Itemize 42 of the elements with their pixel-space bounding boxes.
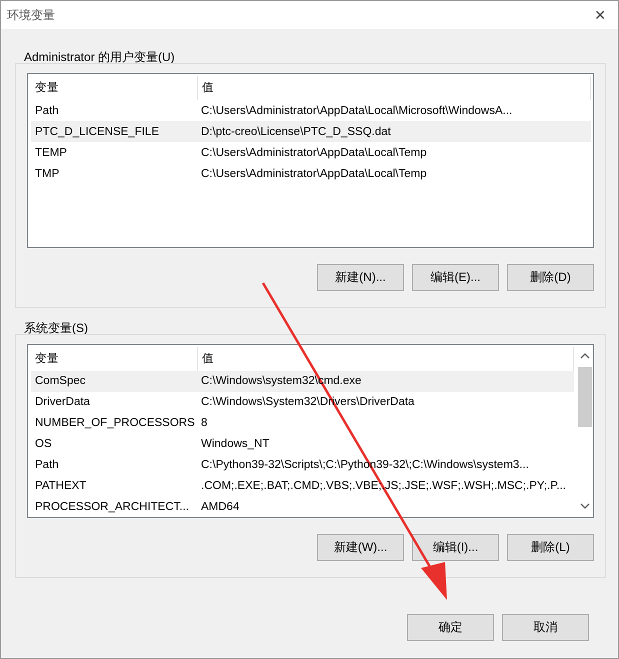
list-row[interactable]: PTC_D_LICENSE_FILE D:\ptc-creo\License\PTC_D_SSQ.dat xyxy=(31,121,591,142)
column-header: 值 xyxy=(198,76,591,100)
cancel-button[interactable]: 取消 xyxy=(502,614,589,641)
table-cell-text: DriverData xyxy=(34,396,91,408)
table-cell-text: PTC_D_LICENSE_FILE xyxy=(34,126,160,138)
action-button[interactable]: 新建(N)... xyxy=(317,264,404,291)
table-cell-text: PROCESSOR_ARCHITECT... xyxy=(34,500,190,513)
table-cell-text: ComSpec xyxy=(34,375,86,388)
list-row[interactable]: NUMBER_OF_PROCESSORS 8 xyxy=(31,412,574,434)
table-cell-text: OS xyxy=(34,438,53,450)
list-row[interactable]: PROCESSOR_ARCHITECT... AMD64 xyxy=(31,496,574,518)
group-label: 系统变量(S) xyxy=(23,320,89,336)
list-row[interactable]: Path C:\Users\Administrator\AppData\Local\Microsoft\WindowsA... xyxy=(31,100,591,121)
action-button[interactable]: 删除(D) xyxy=(507,264,594,291)
action-button[interactable]: 删除(L) xyxy=(507,534,594,561)
table-cell-text: C:\Users\Administrator\AppData\Local\Temp xyxy=(200,168,427,180)
scroll-down-icon[interactable] xyxy=(580,503,590,509)
scroll-up-icon[interactable] xyxy=(580,353,590,359)
table-cell-text: Windows_NT xyxy=(200,438,270,450)
table-cell-text: TMP xyxy=(34,168,60,180)
scroll-thumb[interactable] xyxy=(578,367,592,427)
group-label: Administrator 的用户变量(U) xyxy=(23,49,176,65)
table-cell-text: Path xyxy=(34,458,60,471)
table-cell-text: Path xyxy=(34,104,60,116)
list-row[interactable]: TEMP C:\Users\Administrator\AppData\Local\Temp xyxy=(31,142,591,163)
action-button[interactable]: 新建(W)... xyxy=(317,534,404,561)
table-cell-text: D:\ptc-creo\License\PTC_D_SSQ.dat xyxy=(200,126,391,138)
action-button[interactable]: 编辑(E)... xyxy=(412,264,499,291)
table-cell-text: 8 xyxy=(200,417,208,430)
list-row[interactable]: OS Windows_NT xyxy=(31,434,574,454)
list-row[interactable]: TMP C:\Users\Administrator\AppData\Local\Temp xyxy=(31,163,591,184)
table-cell-text: AMD64 xyxy=(200,500,240,513)
action-button[interactable]: 编辑(I)... xyxy=(412,534,499,561)
column-header: 变量 xyxy=(31,76,198,100)
table-cell-text: TEMP xyxy=(34,146,68,158)
table-cell-text: C:\Users\Administrator\AppData\Local\Microsoft\WindowsA... xyxy=(200,104,512,116)
close-button[interactable]: ✕ xyxy=(594,6,606,24)
table-cell-text: PATHEXT xyxy=(34,480,88,492)
window-title: 环境变量 xyxy=(7,6,55,24)
table-cell-text: C:\Users\Administrator\AppData\Local\Temp xyxy=(200,146,427,158)
ok-button[interactable]: 确定 xyxy=(407,614,494,641)
table-cell-text: NUMBER_OF_PROCESSORS xyxy=(34,417,196,430)
